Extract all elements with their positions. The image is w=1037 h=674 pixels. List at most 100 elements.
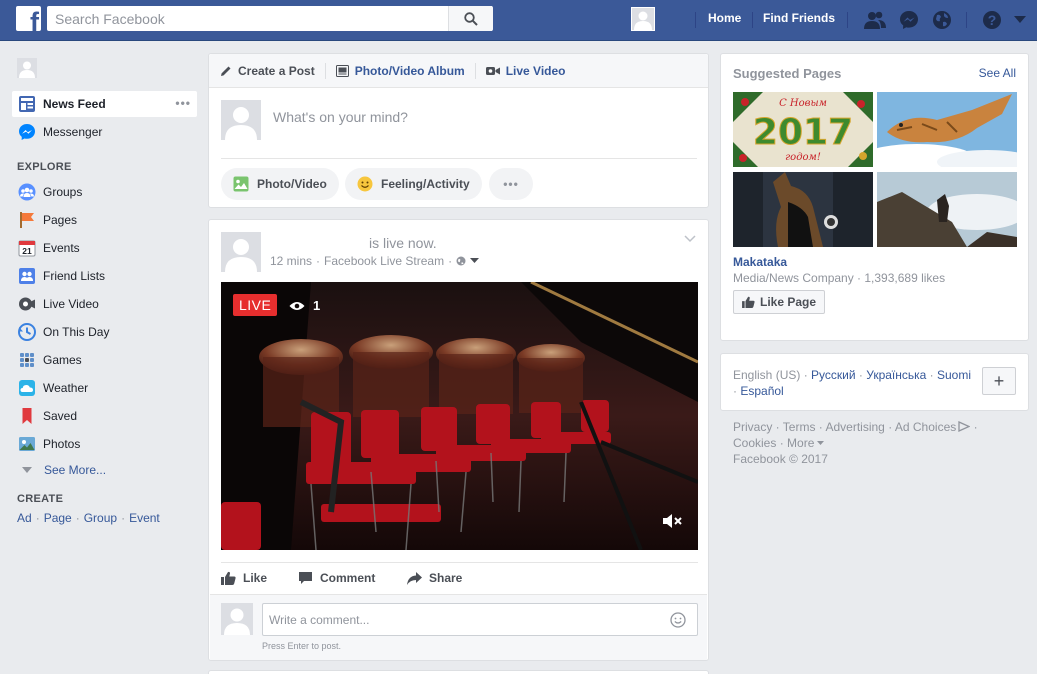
sidebar-item-saved[interactable]: Saved (12, 403, 197, 429)
on-this-day-clock-icon (17, 322, 37, 342)
sidebar-item-on-this-day[interactable]: On This Day (12, 319, 197, 345)
sidebar-item-label: Friend Lists (43, 269, 106, 283)
share-arrow-icon (407, 571, 422, 585)
pencil-icon (220, 65, 232, 77)
default-avatar-icon (17, 58, 37, 78)
photo-icon (233, 176, 249, 192)
album-icon (335, 64, 349, 77)
post-author-avatar[interactable] (221, 232, 261, 272)
sidebar-item-games[interactable]: Games (12, 347, 197, 373)
language-selector: English (US) · Русский · Українська · Su… (720, 353, 1029, 411)
feeling-activity-button[interactable]: Feeling/Activity (345, 168, 482, 200)
notifications-globe-icon[interactable] (931, 9, 953, 31)
sidebar-item-weather[interactable]: Weather (12, 375, 197, 401)
create-page-link[interactable]: Page (44, 511, 72, 525)
sidebar-item-label: Weather (43, 381, 89, 395)
comment-button[interactable]: Comment (298, 570, 375, 586)
help-icon[interactable]: ? (981, 9, 1003, 31)
emoji-picker-icon[interactable] (670, 612, 686, 631)
tab-live-video[interactable]: Live Video (485, 54, 576, 88)
sidebar-item-friend-lists[interactable]: Friend Lists (12, 263, 197, 289)
pages-flag-icon (17, 210, 37, 230)
sidebar-item-photos[interactable]: Photos (12, 431, 197, 457)
search-button[interactable] (448, 6, 493, 31)
sidebar-item-live-video[interactable]: Live Video (12, 291, 197, 317)
calendar-icon: 21 (17, 238, 37, 258)
post-source[interactable]: Facebook Live Stream (324, 254, 444, 268)
friend-lists-icon (17, 266, 37, 286)
post-meta: 12 mins · Facebook Live Stream · (270, 254, 480, 268)
messages-icon[interactable] (898, 9, 920, 31)
footer-privacy[interactable]: Privacy (733, 420, 772, 434)
footer-more[interactable]: More (787, 436, 814, 450)
post-timestamp[interactable]: 12 mins (270, 254, 312, 268)
suggested-page-meta: Media/News Company · 1,393,689 likes (733, 271, 946, 285)
live-video-player[interactable]: LIVE 1 (221, 282, 698, 550)
sidebar-item-events[interactable]: 21 Events (12, 235, 197, 261)
live-video-post: is live now. 12 mins · Facebook Live Str… (208, 219, 709, 661)
tab-photo-video-album[interactable]: Photo/Video Album (335, 54, 475, 88)
suggested-page-name[interactable]: Makataka (733, 255, 787, 269)
more-languages-button[interactable]: + (982, 367, 1016, 395)
post-composer: Create a Post Photo/Video Album Live Vid… (208, 53, 709, 208)
sidebar-item-label: Groups (43, 185, 83, 199)
share-button[interactable]: Share (407, 570, 462, 586)
more-options-icon[interactable]: ••• (175, 96, 191, 110)
nav-home[interactable]: Home (708, 11, 741, 25)
sidebar-item-news-feed[interactable]: News Feed ••• (12, 91, 197, 117)
create-group-link[interactable]: Group (84, 511, 117, 525)
footer-cookies[interactable]: Cookies (733, 436, 776, 450)
sidebar-item-pages[interactable]: Pages (12, 207, 197, 233)
comment-avatar (221, 603, 253, 635)
suggested-thumb-mountain-hiker[interactable] (877, 172, 1017, 247)
more-options-button[interactable]: ••• (489, 168, 533, 200)
post-options-chevron-icon[interactable] (684, 232, 696, 246)
create-event-link[interactable]: Event (129, 511, 160, 525)
mute-speaker-icon[interactable] (662, 513, 682, 532)
language-russian[interactable]: Русский (811, 368, 856, 382)
nav-find-friends[interactable]: Find Friends (763, 11, 835, 25)
sidebar-item-label: Live Video (43, 297, 99, 311)
ad-choices-icon (958, 420, 971, 433)
thumbs-up-icon (221, 571, 236, 585)
chevron-down-icon (22, 467, 32, 473)
sidebar-item-label: Messenger (43, 125, 103, 139)
viewer-count: 1 (289, 298, 320, 313)
svg-text:С Новым: С Новым (779, 98, 827, 109)
weather-cloud-icon (17, 378, 37, 398)
like-page-button[interactable]: Like Page (733, 290, 826, 314)
chevron-down-icon[interactable] (470, 258, 480, 264)
top-bar: f Home Find Friends ? (0, 0, 1037, 41)
like-button[interactable]: Like (221, 570, 267, 586)
left-profile-avatar[interactable] (17, 58, 37, 78)
account-menu-icon[interactable] (1012, 9, 1028, 31)
sidebar-item-groups[interactable]: Groups (12, 179, 197, 205)
sidebar-item-messenger[interactable]: Messenger (12, 119, 197, 145)
footer-terms[interactable]: Terms (783, 420, 816, 434)
footer-advertising[interactable]: Advertising (825, 420, 884, 434)
comment-input[interactable] (262, 603, 698, 636)
privacy-globe-icon[interactable] (456, 256, 466, 266)
photo-video-button[interactable]: Photo/Video (221, 168, 339, 200)
language-finnish[interactable]: Suomi (937, 368, 971, 382)
see-all-link[interactable]: See All (979, 66, 1016, 80)
create-ad-link[interactable]: Ad (17, 511, 32, 525)
friend-requests-icon[interactable] (864, 9, 886, 31)
profile-avatar[interactable] (631, 7, 655, 31)
post-headline: is live now. (369, 235, 437, 251)
see-more-link[interactable]: See More... (17, 463, 106, 477)
suggested-thumb-police-dog[interactable] (733, 172, 873, 247)
see-more-label: See More... (44, 463, 107, 477)
tab-create-post[interactable]: Create a Post (220, 54, 325, 88)
language-ukrainian[interactable]: Українська (866, 368, 926, 382)
suggested-thumb-new-year[interactable]: С Новым 2017 годом! (733, 92, 873, 167)
suggested-thumb-flying-cat[interactable] (877, 92, 1017, 167)
search-input[interactable] (47, 6, 492, 31)
svg-text:2017: 2017 (753, 112, 853, 153)
footer-ad-choices[interactable]: Ad Choices (895, 420, 956, 434)
video-camera-icon (485, 66, 500, 76)
status-input[interactable] (273, 109, 693, 125)
next-post-card (208, 670, 709, 674)
language-spanish[interactable]: Español (740, 384, 783, 398)
facebook-logo[interactable]: f (16, 6, 41, 31)
